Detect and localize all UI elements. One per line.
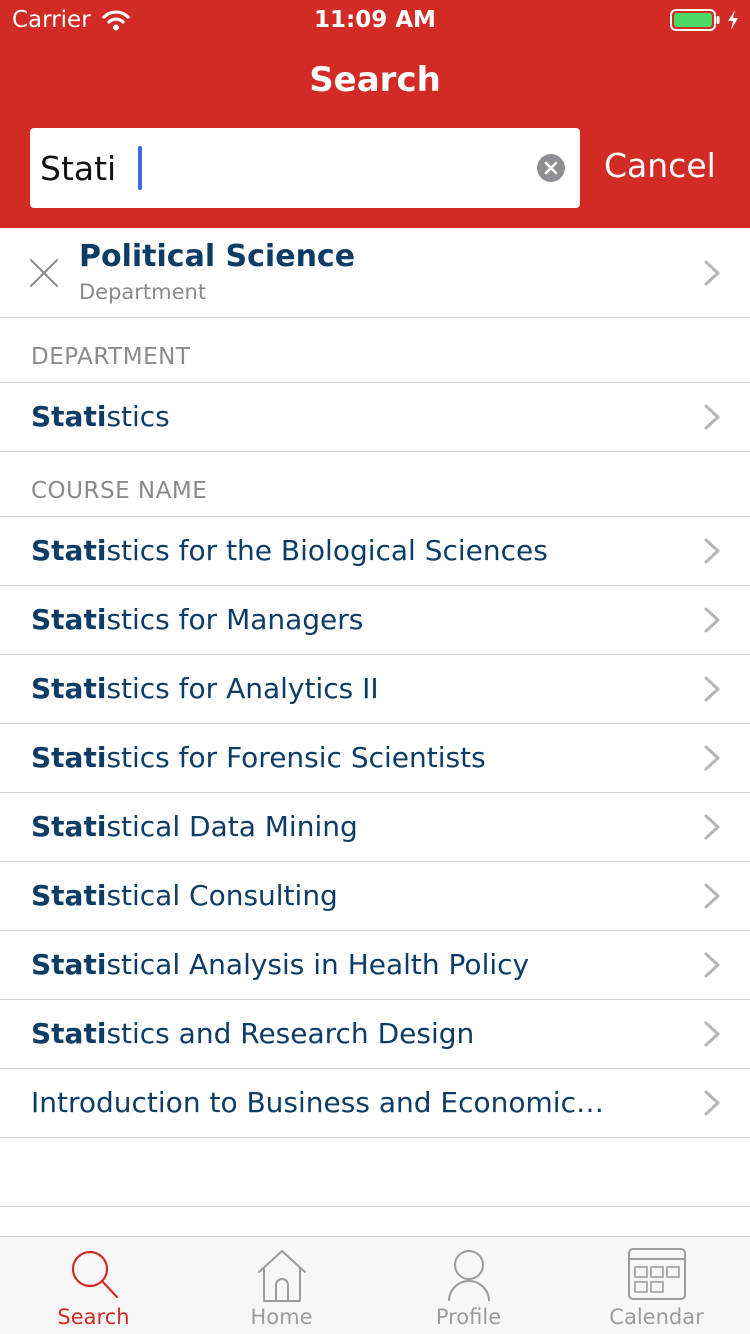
- result-label: Statistics for Forensic Scientists: [31, 724, 486, 792]
- result-match-text: Stati: [31, 534, 107, 567]
- result-match-text: Stati: [31, 603, 107, 636]
- status-bar: Carrier 11:09 AM: [0, 0, 750, 40]
- tab-label: Home: [250, 1305, 313, 1329]
- result-match-text: Stati: [31, 400, 107, 433]
- charging-bolt-icon: [728, 10, 738, 30]
- result-match-text: Stati: [31, 672, 107, 705]
- result-label: Statistics: [31, 383, 170, 451]
- chevron-right-icon: [704, 260, 720, 286]
- result-rest-text: Introduction to Business and Economic…: [31, 1086, 604, 1119]
- recent-search-item[interactable]: Political Science Department: [0, 228, 750, 318]
- chevron-right-icon: [704, 883, 720, 909]
- section-header-label: COURSE NAME: [31, 478, 208, 504]
- chevron-right-icon: [704, 538, 720, 564]
- department-row[interactable]: Statistics: [0, 383, 750, 452]
- battery-icon: [670, 9, 720, 31]
- person-icon: [447, 1250, 490, 1302]
- recent-search-title: Political Science: [79, 239, 356, 274]
- search-field[interactable]: [30, 128, 580, 208]
- course-row[interactable]: Introduction to Business and Economic…: [0, 1069, 750, 1138]
- tab-profile[interactable]: Profile: [375, 1237, 562, 1334]
- result-label: Statistics for Managers: [31, 586, 363, 654]
- clear-search-icon[interactable]: [537, 154, 565, 182]
- chevron-right-icon: [704, 814, 720, 840]
- course-row[interactable]: Statistics for Managers: [0, 586, 750, 655]
- course-row[interactable]: Statistics and Research Design: [0, 1000, 750, 1069]
- chevron-right-icon: [704, 1021, 720, 1047]
- course-row[interactable]: Statistical Analysis in Health Policy: [0, 931, 750, 1000]
- chevron-right-icon: [704, 1090, 720, 1116]
- magnifier-icon: [71, 1250, 118, 1299]
- chevron-right-icon: [704, 607, 720, 633]
- search-input[interactable]: [40, 128, 520, 208]
- search-screen: Carrier 11:09 AM Search Stati Cancel Pol…: [0, 0, 750, 1334]
- result-rest-text: stical Data Mining: [106, 810, 358, 843]
- result-rest-text: stics: [106, 400, 170, 433]
- cancel-button[interactable]: Cancel: [604, 146, 716, 185]
- chevron-right-icon: [704, 404, 720, 430]
- result-match-text: Stati: [31, 948, 107, 981]
- section-header-department: DEPARTMENT: [0, 318, 750, 383]
- result-label: Introduction to Business and Economic…: [31, 1069, 604, 1137]
- course-row[interactable]: Statistics for Analytics II: [0, 655, 750, 724]
- result-rest-text: stics and Research Design: [106, 1017, 475, 1050]
- result-match-text: Stati: [31, 879, 107, 912]
- tab-home[interactable]: Home: [188, 1237, 375, 1334]
- result-match-text: Stati: [31, 1017, 107, 1050]
- chevron-right-icon: [704, 745, 720, 771]
- section-header-label: DEPARTMENT: [31, 344, 191, 370]
- result-label: Statistics and Research Design: [31, 1000, 474, 1068]
- result-label: Statistical Consulting: [31, 862, 338, 930]
- text-cursor: [138, 146, 142, 190]
- tab-label: Profile: [435, 1305, 502, 1329]
- chevron-right-icon: [704, 952, 720, 978]
- status-time: 11:09 AM: [314, 7, 436, 33]
- tab-bar: Search Home Profile Calendar: [0, 1236, 750, 1334]
- remove-recent-icon[interactable]: [29, 258, 59, 288]
- page-title: Search: [309, 60, 441, 100]
- recent-search-subtitle: Department: [79, 280, 207, 304]
- result-rest-text: stics for Managers: [106, 603, 364, 636]
- result-label: Statistical Analysis in Health Policy: [31, 931, 529, 999]
- result-rest-text: stics for the Biological Sciences: [106, 534, 548, 567]
- course-row[interactable]: Statistics for the Biological Sciences: [0, 517, 750, 586]
- tab-label: Calendar: [609, 1305, 704, 1329]
- chevron-right-icon: [704, 676, 720, 702]
- section-header-course-name: COURSE NAME: [0, 452, 750, 517]
- result-label: Statistical Data Mining: [31, 793, 358, 861]
- result-rest-text: stics for Analytics II: [106, 672, 379, 705]
- course-row[interactable]: Statistics for Forensic Scientists: [0, 724, 750, 793]
- list-divider: [0, 1206, 750, 1207]
- result-rest-text: stical Analysis in Health Policy: [106, 948, 530, 981]
- tab-label: Search: [57, 1305, 130, 1329]
- header: Carrier 11:09 AM Search Stati Cancel: [0, 0, 750, 228]
- result-match-text: Stati: [31, 741, 107, 774]
- course-row[interactable]: Statistical Consulting: [0, 862, 750, 931]
- result-label: Statistics for Analytics II: [31, 655, 379, 723]
- result-rest-text: stical Consulting: [106, 879, 338, 912]
- tab-search[interactable]: Search: [0, 1237, 187, 1334]
- result-rest-text: stics for Forensic Scientists: [106, 741, 486, 774]
- result-label: Statistics for the Biological Sciences: [31, 517, 548, 585]
- home-icon: [257, 1250, 306, 1302]
- course-row[interactable]: Statistical Data Mining: [0, 793, 750, 862]
- tab-calendar[interactable]: Calendar: [563, 1237, 750, 1334]
- calendar-icon: [627, 1248, 686, 1300]
- result-match-text: Stati: [31, 810, 107, 843]
